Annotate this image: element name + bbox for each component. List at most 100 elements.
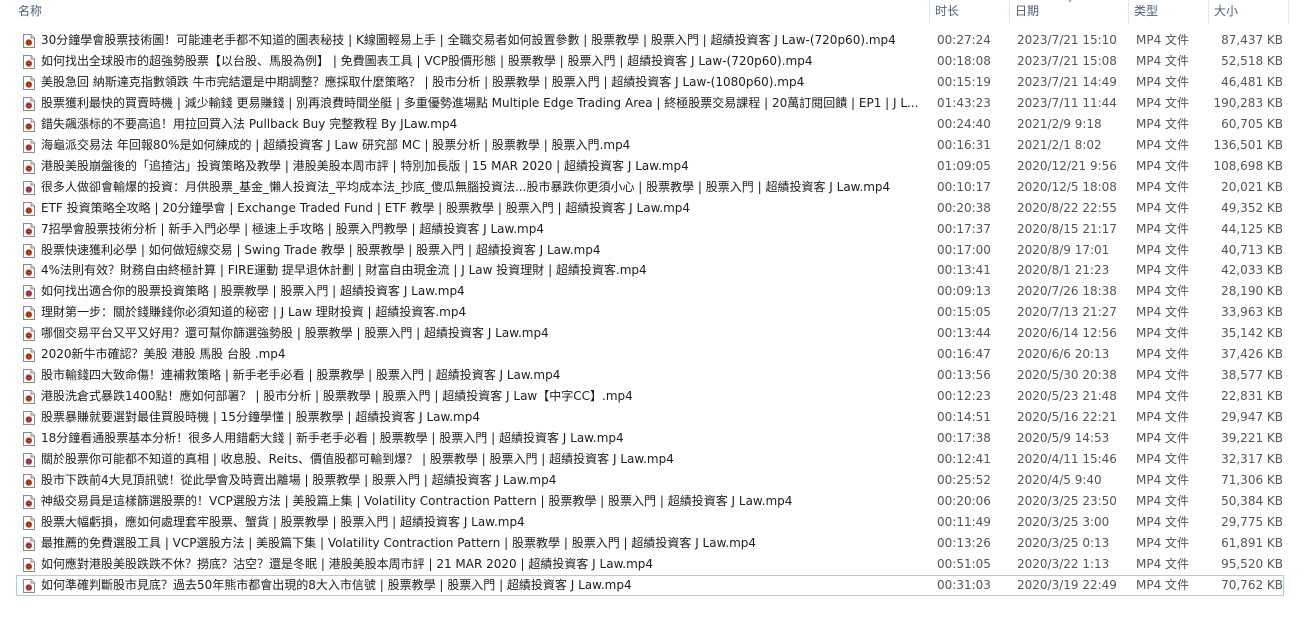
file-row[interactable]: 如何找出適合你的股票投資策略 | 股票教學 | 股票入門 | 超績投資客 J L… xyxy=(16,281,1284,302)
video-file-icon xyxy=(23,390,35,404)
file-type: MP4 文件 xyxy=(1136,410,1190,424)
file-row[interactable]: 股市輸錢四大致命傷！連補救策略 | 新手老手必看 | 股票教學 | 股票入門 |… xyxy=(16,365,1284,386)
video-file-icon xyxy=(23,516,35,530)
file-size: 38,577 KB xyxy=(1221,368,1283,382)
file-duration: 00:11:49 xyxy=(937,515,991,529)
file-row[interactable]: 美股急回 納斯達克指數領跌 牛市完結還是中期調整？應採取什麼策略？ | 股市分析… xyxy=(16,72,1284,93)
file-date: 2020/6/14 12:56 xyxy=(1017,326,1117,340)
file-date: 2020/7/26 18:38 xyxy=(1017,284,1117,298)
file-row[interactable]: 關於股票你可能都不知道的真相 | 收息股、Reits、價值股都可輸到爆？ | 股… xyxy=(16,449,1284,470)
file-row[interactable]: 神級交易員是這樣篩選股票的！VCP選股方法 | 美股篇上集 | Volatili… xyxy=(16,491,1284,512)
file-name: 18分鐘看通股票基本分析！很多人用錯虧大錢 | 新手老手必看 | 股票教學 | … xyxy=(41,431,624,445)
file-size: 44,125 KB xyxy=(1221,222,1283,236)
file-row[interactable]: 7招學會股票技術分析 | 新手入門必學 | 極速上手攻略 | 股票入門教學 | … xyxy=(16,219,1284,240)
file-date: 2020/12/21 9:56 xyxy=(1017,159,1117,173)
file-duration: 00:10:17 xyxy=(937,180,991,194)
file-row[interactable]: 理財第一步：關於錢賺錢你必須知道的秘密 | J Law 理財投資 | 超績投資客… xyxy=(16,302,1284,323)
file-duration: 01:09:05 xyxy=(937,159,991,173)
file-row[interactable]: 最推薦的免費選股工具 | VCP選股方法 | 美股篇下集 | Volatilit… xyxy=(16,533,1284,554)
file-type: MP4 文件 xyxy=(1136,117,1190,131)
file-row[interactable]: 股票暴賺就要選對最佳買股時機 | 15分鐘學懂 | 股票教學 | 超績投資客 J… xyxy=(16,407,1284,428)
file-name: 很多人做卻會輸爆的投資：月供股票_基金_懶人投資法_平均成本法_抄底_傻瓜無腦投… xyxy=(41,180,891,194)
file-type: MP4 文件 xyxy=(1136,368,1190,382)
file-row[interactable]: 海龜派交易法 年回報80%是如何練成的 | 超績投資客 J Law 研究部 MC… xyxy=(16,135,1284,156)
file-duration: 00:27:24 xyxy=(937,33,991,47)
file-date: 2020/4/11 15:46 xyxy=(1017,452,1117,466)
file-size: 29,947 KB xyxy=(1221,410,1283,424)
file-row[interactable]: 如何找出全球股市的超強勢股票【以台股、馬股為例】 | 免費圖表工具 | VCP股… xyxy=(16,51,1284,72)
file-size: 37,426 KB xyxy=(1221,347,1283,361)
file-row[interactable]: ETF 投資策略全攻略 | 20分鐘學會 | Exchange Traded F… xyxy=(16,198,1284,219)
file-row[interactable]: 哪個交易平台又平又好用？還可幫你篩選強勢股 | 股票教學 | 股票入門 | 超績… xyxy=(16,323,1284,344)
file-row[interactable]: 4%法則有效？財務自由終極計算 | FIRE運動 提早退休計劃 | 財富自由現金… xyxy=(16,260,1284,281)
file-date: 2020/3/25 23:50 xyxy=(1017,494,1117,508)
file-row[interactable]: 如何應對港股美股跌跌不休？撈底？沽空？還是冬眠 | 港股美股本周市評 | 21 … xyxy=(16,554,1284,575)
video-file-icon xyxy=(23,432,35,446)
file-date: 2020/6/6 20:13 xyxy=(1017,347,1110,361)
file-name: 錯失飆漲标的不要高追！用拉回買入法 Pullback Buy 完整教程 By J… xyxy=(41,117,458,131)
file-date: 2023/7/21 15:10 xyxy=(1017,33,1117,47)
file-row[interactable]: 如何準確判斷股市見底？過去50年熊市都會出現的8大入市信號 | 股票教學 | 股… xyxy=(16,575,1284,596)
file-row[interactable]: 港股美股崩盤後的「追揸沽」投資策略及教學 | 港股美股本周市評 | 特別加長版 … xyxy=(16,156,1284,177)
file-type: MP4 文件 xyxy=(1136,75,1190,89)
file-type: MP4 文件 xyxy=(1136,305,1190,319)
file-size: 20,021 KB xyxy=(1221,180,1283,194)
video-file-icon xyxy=(23,495,35,509)
file-duration: 00:12:23 xyxy=(937,389,991,403)
file-name: 股票大幅虧損，應如何處理套牢股票、蟹貨 | 股票教學 | 股票入門 | 超績投資… xyxy=(41,515,525,529)
video-file-icon xyxy=(23,453,35,467)
file-row[interactable]: 2020新牛市確認？美股 港股 馬股 台股 .mp4 00:16:47 2020… xyxy=(16,344,1284,365)
column-header-size[interactable]: 大小 xyxy=(1208,0,1288,24)
file-row[interactable]: 股票獲利最快的買賣時機 | 減少輸錢 更易賺錢 | 別再浪費時間坐艇 | 多重優… xyxy=(16,93,1284,114)
file-date: 2020/3/22 1:13 xyxy=(1017,557,1110,571)
file-name: 4%法則有效？財務自由終極計算 | FIRE運動 提早退休計劃 | 財富自由現金… xyxy=(41,263,647,277)
file-type: MP4 文件 xyxy=(1136,138,1190,152)
file-name: 如何準確判斷股市見底？過去50年熊市都會出現的8大入市信號 | 股票教學 | 股… xyxy=(41,578,632,592)
file-row[interactable]: 很多人做卻會輸爆的投資：月供股票_基金_懶人投資法_平均成本法_抄底_傻瓜無腦投… xyxy=(16,177,1284,198)
file-type: MP4 文件 xyxy=(1136,180,1190,194)
file-size: 136,501 KB xyxy=(1213,138,1283,152)
file-name: 哪個交易平台又平又好用？還可幫你篩選強勢股 | 股票教學 | 股票入門 | 超績… xyxy=(41,326,549,340)
file-date: 2020/3/25 3:00 xyxy=(1017,515,1110,529)
file-size: 95,520 KB xyxy=(1221,557,1283,571)
file-name: 海龜派交易法 年回報80%是如何練成的 | 超績投資客 J Law 研究部 MC… xyxy=(41,138,631,152)
file-type: MP4 文件 xyxy=(1136,54,1190,68)
file-duration: 00:14:51 xyxy=(937,410,991,424)
file-type: MP4 文件 xyxy=(1136,201,1190,215)
file-type: MP4 文件 xyxy=(1136,347,1190,361)
file-date: 2020/8/15 21:17 xyxy=(1017,222,1117,236)
column-divider[interactable] xyxy=(1288,0,1289,24)
file-duration: 00:13:41 xyxy=(937,263,991,277)
column-header-duration[interactable]: 时长 xyxy=(929,0,1009,24)
file-size: 29,775 KB xyxy=(1221,515,1283,529)
file-row[interactable]: 港股洗倉式暴跌1400點！應如何部署？ | 股市分析 | 股票教學 | 股票入門… xyxy=(16,386,1284,407)
file-date: 2020/7/13 21:27 xyxy=(1017,305,1117,319)
file-duration: 00:20:38 xyxy=(937,201,991,215)
file-name: 理財第一步：關於錢賺錢你必須知道的秘密 | J Law 理財投資 | 超績投資客… xyxy=(41,305,467,319)
video-file-icon xyxy=(23,181,35,195)
column-header-type[interactable]: 类型 xyxy=(1128,0,1208,24)
file-size: 40,713 KB xyxy=(1221,243,1283,257)
file-row[interactable]: 18分鐘看通股票基本分析！很多人用錯虧大錢 | 新手老手必看 | 股票教學 | … xyxy=(16,428,1284,449)
file-name: 7招學會股票技術分析 | 新手入門必學 | 極速上手攻略 | 股票入門教學 | … xyxy=(41,222,545,236)
file-size: 60,705 KB xyxy=(1221,117,1283,131)
file-row[interactable]: 股市下跌前4大見頂訊號！從此學會及時賣出離場 | 股票教學 | 股票入門 | 超… xyxy=(16,470,1284,491)
file-size: 108,698 KB xyxy=(1213,159,1283,173)
column-header-name[interactable]: 名称 xyxy=(12,0,929,24)
file-name: 股票快速獲利必學 | 如何做短線交易 | Swing Trade 教學 | 股票… xyxy=(41,243,601,257)
file-row[interactable]: 股票快速獲利必學 | 如何做短線交易 | Swing Trade 教學 | 股票… xyxy=(16,240,1284,261)
file-date: 2021/2/1 8:02 xyxy=(1017,138,1102,152)
file-type: MP4 文件 xyxy=(1136,452,1190,466)
file-size: 35,142 KB xyxy=(1221,326,1283,340)
file-row[interactable]: 30分鐘學會股票技術圖！可能連老手都不知道的圖表秘技 | K線圖輕易上手 | 全… xyxy=(16,30,1284,51)
file-date: 2020/3/25 0:13 xyxy=(1017,536,1110,550)
file-row[interactable]: 錯失飆漲标的不要高追！用拉回買入法 Pullback Buy 完整教程 By J… xyxy=(16,114,1284,135)
file-name: 股票暴賺就要選對最佳買股時機 | 15分鐘學懂 | 股票教學 | 超績投資客 J… xyxy=(41,410,480,424)
file-date: 2020/12/5 18:08 xyxy=(1017,180,1117,194)
file-row[interactable]: 股票大幅虧損，應如何處理套牢股票、蟹貨 | 股票教學 | 股票入門 | 超績投資… xyxy=(16,512,1284,533)
file-size: 28,190 KB xyxy=(1221,284,1283,298)
file-type: MP4 文件 xyxy=(1136,33,1190,47)
video-file-icon xyxy=(23,55,35,69)
file-duration: 00:18:08 xyxy=(937,54,991,68)
file-date: 2020/8/22 22:55 xyxy=(1017,201,1117,215)
